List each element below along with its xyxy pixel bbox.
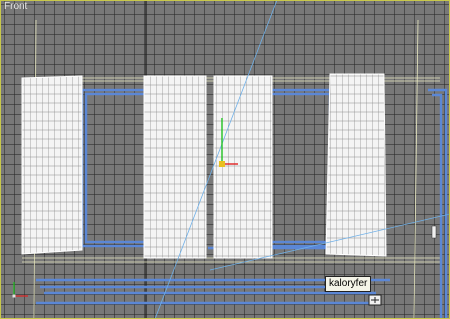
scene-canvas[interactable] bbox=[0, 0, 450, 319]
radiator-left[interactable] bbox=[21, 75, 83, 255]
world-axis-icon bbox=[12, 282, 28, 298]
cursor-icon bbox=[368, 294, 382, 306]
front-viewport[interactable]: Front kaloryfer bbox=[0, 0, 450, 319]
radiator-center-left[interactable] bbox=[143, 75, 207, 259]
object-tooltip: kaloryfer bbox=[325, 276, 372, 292]
viewport-label[interactable]: Front bbox=[4, 1, 27, 12]
helper-marker bbox=[431, 225, 437, 239]
radiator-right[interactable] bbox=[325, 73, 387, 257]
